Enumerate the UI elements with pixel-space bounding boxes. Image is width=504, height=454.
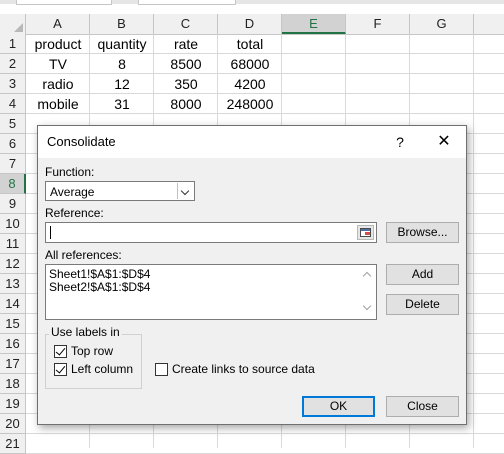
column-header-f[interactable]: F xyxy=(346,14,410,34)
consolidate-dialog: Consolidate ? ✕ Function: Average Refere… xyxy=(37,125,467,425)
row-header-6[interactable]: 6 xyxy=(0,134,26,154)
close-icon[interactable]: ✕ xyxy=(433,131,455,153)
all-references-list[interactable]: Sheet1!$A$1:$D$4 Sheet2!$A$1:$D$4 xyxy=(45,264,377,320)
reference-label: Reference: xyxy=(45,206,104,220)
row-header-15[interactable]: 15 xyxy=(0,314,26,334)
row-header-8[interactable]: 8 xyxy=(0,174,26,194)
cell-d3[interactable]: 4200 xyxy=(218,74,282,94)
row-header-14[interactable]: 14 xyxy=(0,294,26,314)
row-header-13[interactable]: 13 xyxy=(0,274,26,294)
chevron-down-icon[interactable] xyxy=(362,301,372,311)
row-header-9[interactable]: 9 xyxy=(0,194,26,214)
cell-d2[interactable]: 68000 xyxy=(218,54,282,74)
cell-a1[interactable]: product xyxy=(26,34,90,54)
row-header-19[interactable]: 19 xyxy=(0,394,26,414)
chevron-up-icon[interactable] xyxy=(362,271,372,281)
function-value: Average xyxy=(50,185,95,199)
browse-button[interactable]: Browse... xyxy=(386,222,459,243)
range-picker-icon xyxy=(360,228,371,237)
cell-c3[interactable]: 350 xyxy=(154,74,218,94)
row-header-11[interactable]: 11 xyxy=(0,234,26,254)
cell-b1[interactable]: quantity xyxy=(90,34,154,54)
gridline-vertical xyxy=(473,34,474,448)
list-scrollbar[interactable] xyxy=(359,265,376,319)
text-cursor xyxy=(50,226,51,239)
cell-c1[interactable]: rate xyxy=(154,34,218,54)
dialog-title-bar[interactable]: Consolidate ? ✕ xyxy=(38,126,466,158)
create-links-checkbox[interactable] xyxy=(155,363,168,376)
row-header-4[interactable]: 4 xyxy=(0,94,26,114)
chevron-down-icon[interactable] xyxy=(177,183,193,199)
ribbon-edge xyxy=(0,0,504,5)
use-labels-title: Use labels in xyxy=(49,325,122,339)
cell-a4[interactable]: mobile xyxy=(26,94,90,114)
dialog-title: Consolidate xyxy=(47,134,116,149)
row-header-7[interactable]: 7 xyxy=(0,154,26,174)
list-item[interactable]: Sheet1!$A$1:$D$4 xyxy=(49,267,150,281)
reference-input[interactable] xyxy=(45,222,377,243)
row-header-1[interactable]: 1 xyxy=(0,34,26,54)
all-references-label: All references: xyxy=(45,248,122,262)
function-label: Function: xyxy=(45,165,95,179)
row-header-18[interactable]: 18 xyxy=(0,374,26,394)
collapse-dialog-icon[interactable] xyxy=(357,225,374,240)
tab-stub xyxy=(138,0,236,5)
gridline-horizontal xyxy=(26,433,504,434)
row-header-5[interactable]: 5 xyxy=(0,114,26,134)
list-item[interactable]: Sheet2!$A$1:$D$4 xyxy=(49,280,150,294)
column-header-b[interactable]: B xyxy=(90,14,154,34)
row-header-12[interactable]: 12 xyxy=(0,254,26,274)
column-header-c[interactable]: C xyxy=(154,14,218,34)
row-header-21[interactable]: 21 xyxy=(0,434,26,454)
cell-b2[interactable]: 8 xyxy=(90,54,154,74)
cell-d1[interactable]: total xyxy=(218,34,282,54)
add-button[interactable]: Add xyxy=(386,264,459,285)
select-all-corner[interactable] xyxy=(0,14,26,35)
row-header-10[interactable]: 10 xyxy=(0,214,26,234)
cell-c2[interactable]: 8500 xyxy=(154,54,218,74)
row-header-16[interactable]: 16 xyxy=(0,334,26,354)
function-select[interactable]: Average xyxy=(45,181,195,201)
column-header-a[interactable]: A xyxy=(26,14,90,34)
ok-button[interactable]: OK xyxy=(302,396,375,417)
row-header-20[interactable]: 20 xyxy=(0,414,26,434)
column-header-g[interactable]: G xyxy=(410,14,474,34)
cell-a3[interactable]: radio xyxy=(26,74,90,94)
column-header-d[interactable]: D xyxy=(218,14,282,34)
row-header-17[interactable]: 17 xyxy=(0,354,26,374)
row-header-2[interactable]: 2 xyxy=(0,54,26,74)
tab-stub xyxy=(16,0,112,5)
help-button[interactable]: ? xyxy=(391,131,409,153)
cell-b3[interactable]: 12 xyxy=(90,74,154,94)
left-column-checkbox[interactable] xyxy=(54,363,67,376)
top-row-label[interactable]: Top row xyxy=(71,344,113,358)
row-header-3[interactable]: 3 xyxy=(0,74,26,94)
cell-c4[interactable]: 8000 xyxy=(154,94,218,114)
create-links-label[interactable]: Create links to source data xyxy=(172,362,315,376)
cell-a2[interactable]: TV xyxy=(26,54,90,74)
cell-b4[interactable]: 31 xyxy=(90,94,154,114)
left-column-label[interactable]: Left column xyxy=(71,362,133,376)
top-row-checkbox[interactable] xyxy=(54,345,67,358)
cell-d4[interactable]: 248000 xyxy=(218,94,282,114)
column-header-e[interactable]: E xyxy=(282,14,346,34)
close-button[interactable]: Close xyxy=(386,396,459,417)
column-header-h[interactable] xyxy=(474,14,504,34)
delete-button[interactable]: Delete xyxy=(386,294,459,315)
